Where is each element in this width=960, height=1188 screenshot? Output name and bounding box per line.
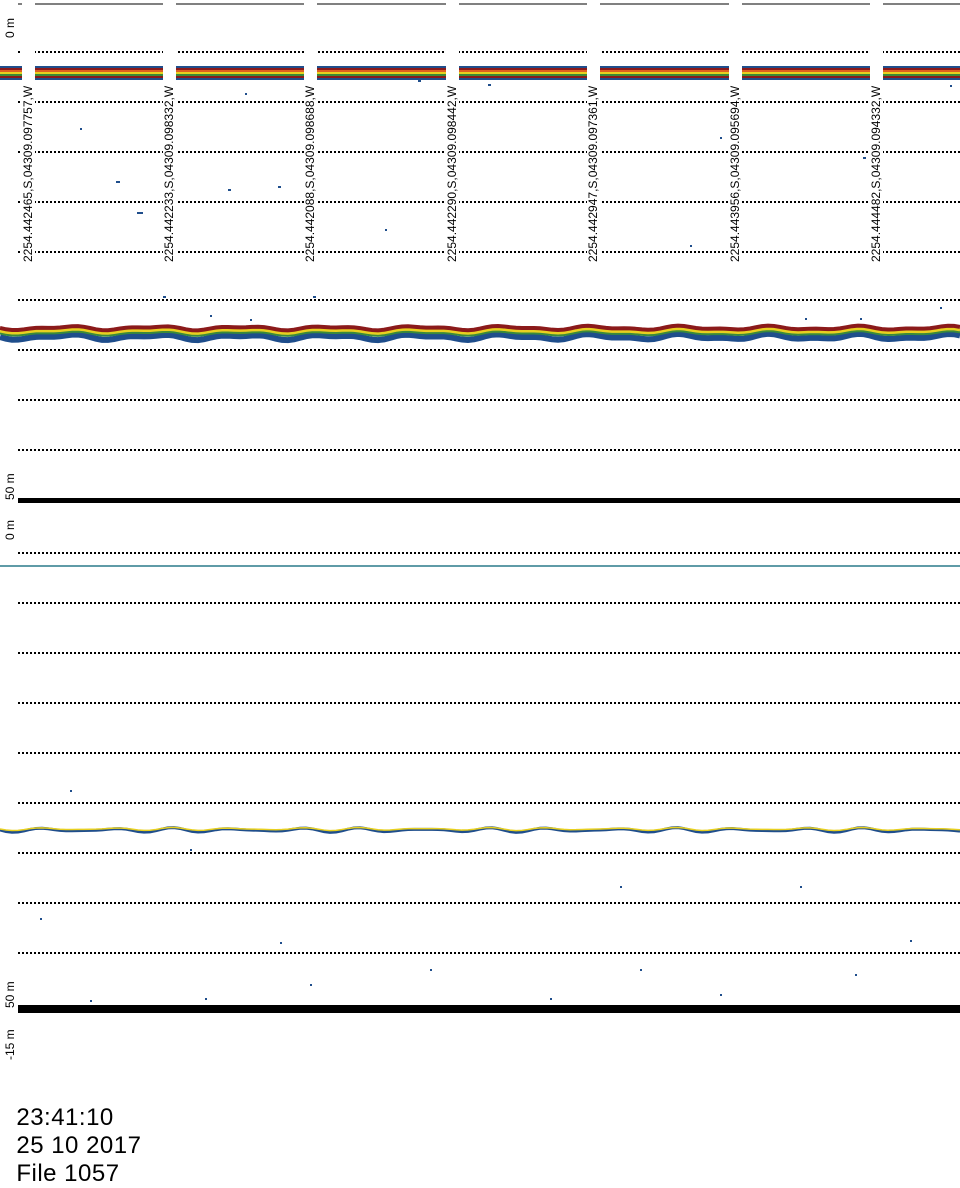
ping-position-label: 2254.443956,S,04309.095694,W bbox=[728, 85, 742, 262]
ping-position-label: 2254.444482,S,04309.094332,W bbox=[869, 85, 883, 262]
surface-band-stripe bbox=[0, 78, 960, 80]
echo-speck bbox=[418, 80, 421, 82]
status-footer: 23:41:10 25 10 2017 File 1057 bbox=[2, 1076, 159, 1188]
depth-grid bbox=[18, 3, 960, 954]
echogram-display: 2254.442465,S,04309.097757,W 2254.442233,… bbox=[0, 0, 960, 1060]
ping-position-label: 2254.442233,S,04309.098332,W bbox=[162, 85, 176, 262]
echo-speck bbox=[430, 969, 432, 971]
echo-speck bbox=[488, 84, 491, 86]
footer-file: File 1057 bbox=[16, 1160, 120, 1187]
lower-depth-bottom-label: 50 m bbox=[3, 981, 17, 1008]
surface-band-stripe bbox=[0, 70, 960, 72]
surface-band-stripe bbox=[0, 66, 960, 68]
surface-band-stripe bbox=[0, 68, 960, 70]
echo-speck bbox=[90, 1000, 92, 1002]
ping-position-label: 2254.442088,S,04309.098688,W bbox=[303, 85, 317, 262]
echo-speck bbox=[137, 212, 143, 214]
echo-speck bbox=[690, 245, 692, 247]
echo-speck bbox=[280, 942, 282, 944]
echo-speck bbox=[855, 974, 857, 976]
echo-speck bbox=[116, 181, 120, 183]
ping-position-label: 2254.442947,S,04309.097361,W bbox=[586, 85, 600, 262]
ping-position-labels: 2254.442465,S,04309.097757,W 2254.442233,… bbox=[21, 0, 883, 265]
echo-speck bbox=[860, 318, 862, 320]
echo-speck bbox=[385, 229, 387, 231]
surface-band-stripe bbox=[0, 72, 960, 74]
surface-band-stripe bbox=[0, 74, 960, 76]
echo-speck bbox=[313, 296, 316, 298]
panel-separator-upper bbox=[18, 498, 960, 503]
echo-speck bbox=[863, 157, 866, 159]
echo-speck bbox=[228, 189, 231, 191]
upper-depth-top-label: 0 m bbox=[3, 18, 17, 38]
echo-speck bbox=[910, 940, 912, 942]
echo-speck bbox=[940, 307, 942, 309]
echo-speck bbox=[720, 994, 722, 996]
echo-speck bbox=[800, 886, 802, 888]
echo-speck bbox=[620, 886, 622, 888]
echo-speck bbox=[250, 319, 252, 321]
panel-separator-lower bbox=[18, 1005, 960, 1013]
lower-depth-top-label: 0 m bbox=[3, 520, 17, 540]
surface-band-stripe bbox=[0, 76, 960, 78]
echo-speck bbox=[205, 998, 207, 1000]
echo-returns bbox=[0, 66, 960, 1002]
echo-speck bbox=[310, 984, 312, 986]
echo-speck bbox=[70, 790, 72, 792]
echo-speck bbox=[80, 128, 82, 130]
echo-speck bbox=[163, 296, 166, 298]
echo-speck bbox=[640, 969, 642, 971]
echo-speck bbox=[805, 318, 807, 320]
echo-speck bbox=[190, 849, 192, 851]
ping-position-label: 2254.442290,S,04309.098442,W bbox=[445, 85, 459, 262]
echo-speck bbox=[278, 186, 281, 188]
echo-speck bbox=[550, 998, 552, 1000]
lower-depth-extra-label: -15 m bbox=[3, 1029, 17, 1060]
echo-speck bbox=[40, 918, 42, 920]
echo-speck bbox=[720, 137, 722, 139]
upper-depth-bottom-label: 50 m bbox=[3, 473, 17, 500]
echo-speck bbox=[950, 85, 952, 87]
ping-position-label: 2254.442465,S,04309.097757,W bbox=[21, 85, 35, 262]
echo-speck bbox=[245, 93, 247, 95]
echo-speck bbox=[210, 315, 212, 317]
footer-time: 23:41:10 bbox=[16, 1104, 114, 1131]
footer-date: 25 10 2017 bbox=[16, 1132, 142, 1159]
